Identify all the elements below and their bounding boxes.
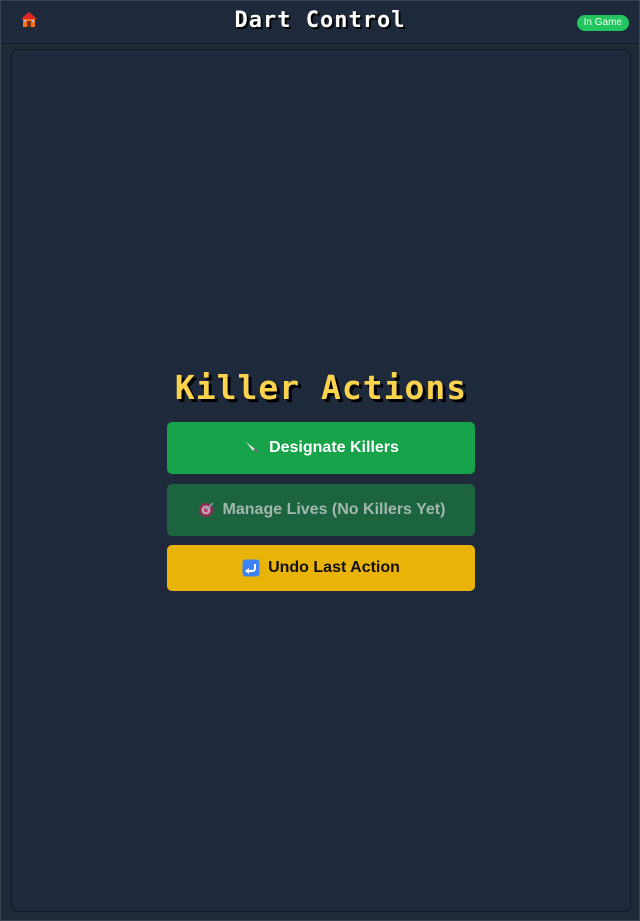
section-title: Killer Actions xyxy=(174,368,468,407)
undo-arrow-icon xyxy=(242,559,260,577)
header: Dart Control In Game xyxy=(1,1,639,44)
app-title: Dart Control xyxy=(234,8,406,33)
status-badge: In Game xyxy=(576,15,629,31)
app-window: Dart Control In Game Killer Actions Desi… xyxy=(0,0,640,921)
designate-killers-label: Designate Killers xyxy=(269,439,399,456)
manage-lives-label: Manage Lives (No Killers Yet) xyxy=(222,501,446,518)
knife-icon xyxy=(243,439,261,457)
undo-last-action-label: Undo Last Action xyxy=(268,559,400,576)
main-panel: Killer Actions Designate Killers Manage … xyxy=(11,49,631,912)
target-icon xyxy=(197,501,215,519)
designate-killers-button[interactable]: Designate Killers xyxy=(167,422,475,474)
manage-lives-button[interactable]: Manage Lives (No Killers Yet) xyxy=(167,484,475,536)
undo-last-action-button[interactable]: Undo Last Action xyxy=(167,545,475,591)
